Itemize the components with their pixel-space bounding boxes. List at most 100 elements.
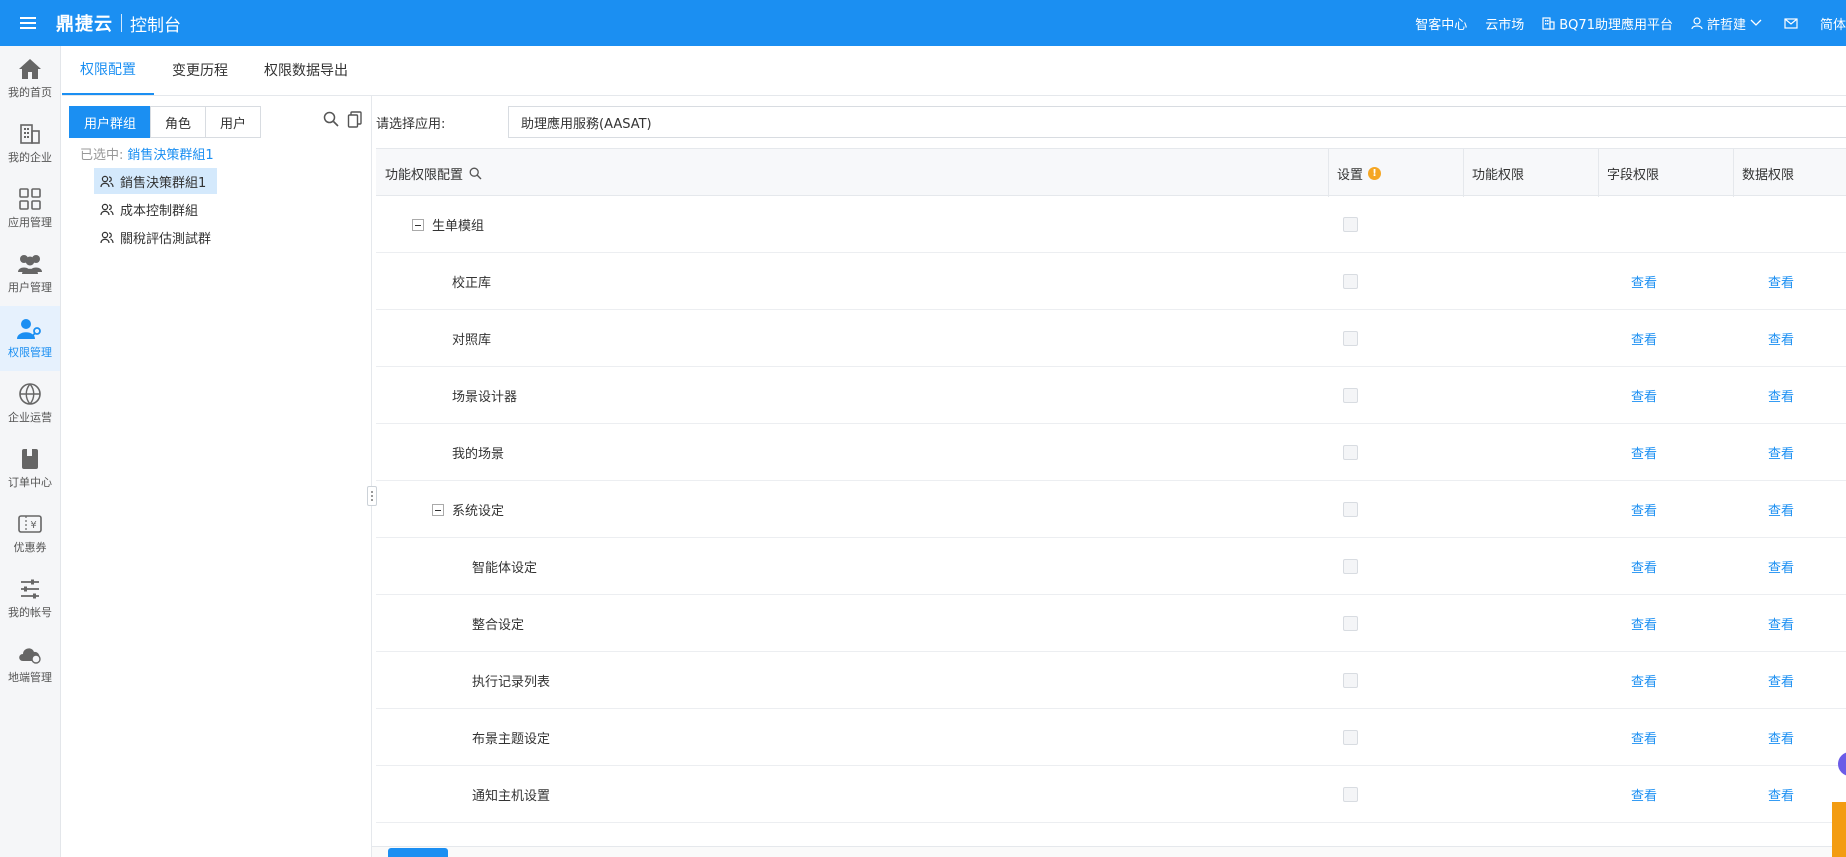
console-title: 控制台 [130, 15, 181, 36]
setting-checkbox[interactable] [1343, 331, 1358, 346]
table-row: 执行记录列表 查看 查看 [376, 652, 1846, 709]
tab-permission-config[interactable]: 权限配置 [62, 45, 154, 95]
bottom-bar [372, 846, 1846, 857]
menu-icon[interactable] [0, 22, 56, 24]
row-function-name: 系统设定 [432, 481, 504, 538]
setting-checkbox[interactable] [1343, 388, 1358, 403]
tree-item-group[interactable]: 銷售決策群組1 [94, 168, 218, 194]
save-button[interactable] [388, 848, 448, 857]
page-tabs: 权限配置 变更历程 权限数据导出 [62, 46, 1846, 96]
sidebar-item-coupons[interactable]: ¥ 优惠券 [0, 501, 60, 566]
data-permission-view-link[interactable]: 查看 [1768, 652, 1794, 709]
setting-checkbox[interactable] [1343, 673, 1358, 688]
setting-checkbox[interactable] [1343, 616, 1358, 631]
data-permission-view-link[interactable]: 查看 [1768, 766, 1794, 823]
row-label: 系统设定 [452, 504, 505, 519]
sidebar-item-home[interactable]: 我的首页 [0, 46, 60, 111]
grid-body: 生单模组 校正库 查看 查看 对照库 查看 查看 场景设计器 查看 查看 我的场景 查看 查看 系统设定查… [376, 196, 1846, 823]
data-permission-view-link[interactable]: 查看 [1768, 367, 1794, 424]
setting-checkbox[interactable] [1343, 730, 1358, 745]
row-function-name: 执行记录列表 [472, 652, 550, 709]
setting-checkbox[interactable] [1343, 217, 1358, 232]
app-selector-row: 请选择应用: 助理應用服務(AASAT) [376, 106, 1846, 138]
tree-item-label: 成本控制群組 [120, 203, 199, 219]
setting-checkbox[interactable] [1343, 787, 1358, 802]
svg-text:¥: ¥ [30, 520, 36, 531]
sidebar-item-label: 用户管理 [8, 281, 52, 294]
home-icon [19, 59, 41, 79]
tree-item-group[interactable]: 關稅評估測試群 [94, 224, 217, 250]
collapse-icon[interactable] [412, 218, 424, 231]
segment-user-group[interactable]: 用户群组 [69, 106, 152, 138]
group-icon [100, 231, 114, 243]
field-permission-view-link[interactable]: 查看 [1631, 652, 1657, 709]
field-permission-view-link[interactable]: 查看 [1631, 481, 1657, 538]
cloud-market-link[interactable]: 云市场 [1485, 14, 1524, 33]
users-icon [18, 255, 42, 274]
field-permission-view-link[interactable]: 查看 [1631, 253, 1657, 310]
segment-user[interactable]: 用户 [205, 106, 262, 138]
field-permission-view-link[interactable]: 查看 [1631, 367, 1657, 424]
search-icon[interactable] [469, 167, 482, 180]
language-switch[interactable]: 简体 [1820, 14, 1846, 33]
book-icon [22, 449, 38, 469]
data-permission-view-link[interactable]: 查看 [1768, 481, 1794, 538]
setting-checkbox[interactable] [1343, 274, 1358, 289]
search-icon[interactable] [323, 111, 339, 132]
field-permission-view-link[interactable]: 查看 [1631, 595, 1657, 652]
collapse-icon[interactable] [432, 503, 444, 516]
tab-permission-export[interactable]: 权限数据导出 [246, 45, 366, 95]
sidebar-item-users[interactable]: 用户管理 [0, 241, 60, 306]
field-permission-view-link[interactable]: 查看 [1631, 424, 1657, 481]
user-menu[interactable]: 許哲建 [1691, 14, 1766, 33]
field-permission-view-link[interactable]: 查看 [1631, 766, 1657, 823]
table-row: 场景设计器 查看 查看 [376, 367, 1846, 424]
sidebar-item-onprem[interactable]: 地端管理 [0, 631, 60, 696]
data-permission-view-link[interactable]: 查看 [1768, 709, 1794, 766]
brand-logo[interactable]: 鼎捷云 [56, 10, 113, 36]
sliders-icon [21, 579, 39, 599]
table-row: 系统设定 查看 查看 [376, 481, 1846, 538]
field-permission-view-link[interactable]: 查看 [1631, 709, 1657, 766]
app-select[interactable]: 助理應用服務(AASAT) [508, 106, 1846, 138]
sidebar-item-label: 优惠券 [13, 541, 47, 554]
sidebar-item-orders[interactable]: 订单中心 [0, 436, 60, 501]
data-permission-view-link[interactable]: 查看 [1768, 595, 1794, 652]
mail-icon[interactable] [1784, 17, 1802, 29]
chevron-down-icon [1750, 19, 1762, 26]
grid-header: 功能权限配置 设置 ! 功能权限 字段权限 数据权限 [376, 148, 1846, 197]
sidebar-item-label: 我的企业 [8, 151, 52, 164]
row-label: 场景设计器 [452, 390, 518, 405]
header-function-config: 功能权限配置 [385, 149, 482, 197]
sidebar-item-apps[interactable]: 应用管理 [0, 176, 60, 241]
row-label: 智能体设定 [472, 561, 538, 576]
data-permission-view-link[interactable]: 查看 [1768, 310, 1794, 367]
table-row: 布景主题设定 查看 查看 [376, 709, 1846, 766]
field-permission-view-link[interactable]: 查看 [1631, 538, 1657, 595]
data-permission-view-link[interactable]: 查看 [1768, 253, 1794, 310]
row-function-name: 整合设定 [472, 595, 524, 652]
data-permission-view-link[interactable]: 查看 [1768, 538, 1794, 595]
field-permission-view-link[interactable]: 查看 [1631, 310, 1657, 367]
copy-icon[interactable] [347, 111, 363, 132]
row-function-name: 校正库 [452, 253, 491, 310]
info-icon[interactable]: ! [1368, 166, 1382, 180]
sidebar-item-permissions[interactable]: 权限管理 [0, 306, 60, 371]
setting-checkbox[interactable] [1343, 502, 1358, 517]
setting-checkbox[interactable] [1343, 559, 1358, 574]
help-center-link[interactable]: 智客中心 [1415, 14, 1467, 33]
platform-selector[interactable]: BQ71助理應用平台 [1542, 14, 1673, 33]
table-row: 我的场景 查看 查看 [376, 424, 1846, 481]
sidebar-item-account[interactable]: 我的帐号 [0, 566, 60, 631]
side-feedback-tab[interactable] [1832, 802, 1846, 857]
top-links: 智客中心 云市场 BQ71助理應用平台 許哲建 简体 [1397, 0, 1846, 46]
tab-change-history[interactable]: 变更历程 [154, 45, 246, 95]
sidebar-item-operations[interactable]: 企业运营 [0, 371, 60, 436]
row-function-name: 对照库 [452, 310, 491, 367]
segment-role[interactable]: 角色 [150, 106, 207, 138]
group-panel: 用户群组 角色 用户 已选中: 銷售決策群組1 銷售決策群組1 成本控制群組 關稅… [62, 96, 372, 857]
setting-checkbox[interactable] [1343, 445, 1358, 460]
data-permission-view-link[interactable]: 查看 [1768, 424, 1794, 481]
sidebar-item-enterprise[interactable]: 我的企业 [0, 111, 60, 176]
tree-item-group[interactable]: 成本控制群組 [94, 196, 217, 222]
